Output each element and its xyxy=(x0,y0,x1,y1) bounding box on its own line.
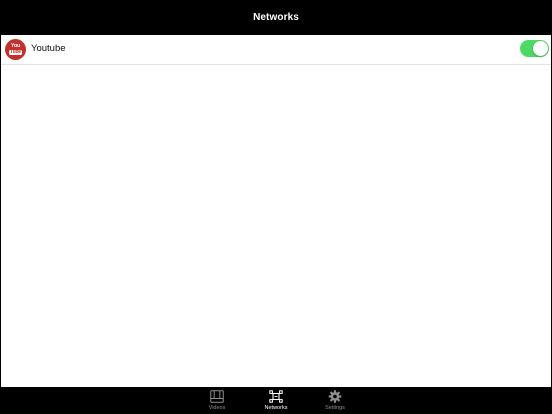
networks-icon xyxy=(269,390,283,403)
film-icon xyxy=(210,390,224,403)
gear-icon xyxy=(328,390,342,403)
youtube-icon: You Tube xyxy=(5,39,26,60)
tab-networks[interactable]: Networks xyxy=(251,387,301,414)
page-title: Networks xyxy=(253,12,299,23)
app-window: Networks You Tube Youtube Videos Network… xyxy=(0,0,552,414)
navigation-bar: Networks xyxy=(0,0,552,35)
tab-videos-label: Videos xyxy=(208,405,226,411)
networks-list: You Tube Youtube xyxy=(1,35,551,387)
list-item-youtube[interactable]: You Tube Youtube xyxy=(1,35,551,65)
tab-networks-label: Networks xyxy=(264,405,288,411)
toggle-knob xyxy=(533,41,548,56)
tab-settings[interactable]: Settings xyxy=(310,387,360,414)
tab-videos[interactable]: Videos xyxy=(192,387,242,414)
list-item-label: Youtube xyxy=(31,43,66,54)
youtube-toggle[interactable] xyxy=(520,40,549,57)
tab-bar: Videos Networks Settings xyxy=(0,387,552,414)
tab-settings-label: Settings xyxy=(325,405,345,411)
